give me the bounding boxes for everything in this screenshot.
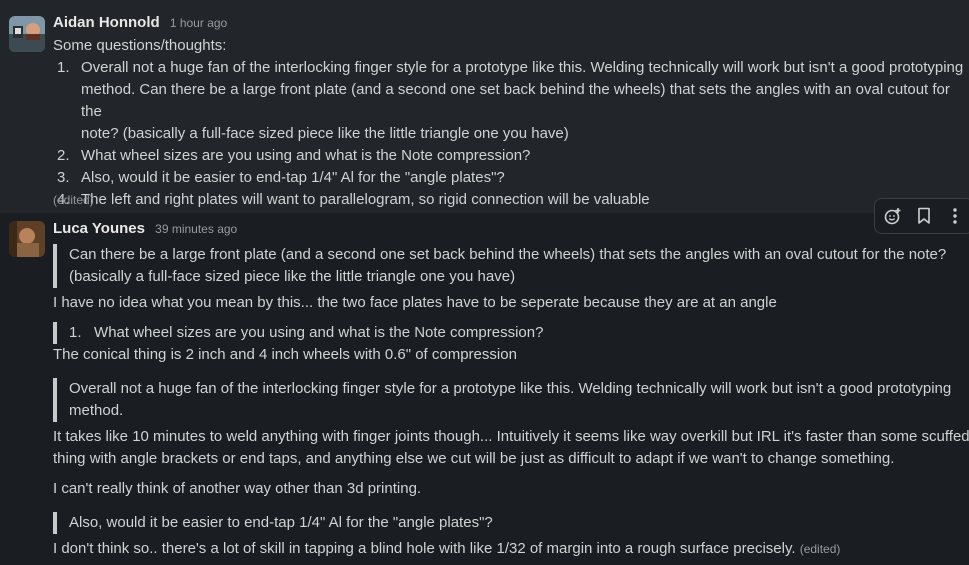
message-text: I can't really think of another way othe… [53,480,422,497]
blockquote: Also, would it be easier to end-tap 1/4"… [53,512,964,534]
blockquote: Can there be a large front plate (and a … [53,244,964,288]
edited-label: (edited) [799,542,841,556]
message-actions-toolbar [874,198,969,234]
author-name[interactable]: Luca Younes [53,220,145,237]
message-header: Luca Younes 39 minutes ago [53,220,237,237]
message-header: Aidan Honnold 1 hour ago [53,14,227,31]
avatar[interactable] [9,16,45,52]
more-actions-icon[interactable] [941,202,969,230]
message-text: I don't think so.. there's a lot of skil… [53,540,841,557]
avatar-image [9,16,45,52]
author-name[interactable]: Aidan Honnold [53,14,160,31]
blockquote: 1. What wheel sizes are you using and wh… [53,322,964,344]
avatar-image [9,221,45,257]
message-luca[interactable]: Luca Younes 39 minutes ago Can there be … [0,213,969,565]
timestamp[interactable]: 39 minutes ago [155,222,237,236]
list-item: 1. Overall not a huge fan of the interlo… [57,59,964,142]
edited-label: (edited) [53,193,94,207]
avatar[interactable] [9,221,45,257]
list-item: 3. Also, would it be easier to end-tap 1… [57,169,505,186]
add-reaction-icon[interactable] [879,202,907,230]
message-text: I have no idea what you mean by this... … [53,294,777,311]
blockquote: Overall not a huge fan of the interlocki… [53,378,964,422]
list-item: 4. The left and right plates will want t… [57,191,650,208]
bookmark-icon[interactable] [910,202,938,230]
numbered-list: 1. Overall not a huge fan of the interlo… [53,57,969,211]
message-text: Some questions/thoughts: [53,37,227,54]
list-item: 2. What wheel sizes are you using and wh… [57,147,531,164]
timestamp[interactable]: 1 hour ago [170,16,227,30]
message-text: It takes like 10 minutes to weld anythin… [53,428,969,467]
message-aidan[interactable]: Aidan Honnold 1 hour ago Some questions/… [0,0,969,213]
message-text: The conical thing is 2 inch and 4 inch w… [53,346,517,363]
